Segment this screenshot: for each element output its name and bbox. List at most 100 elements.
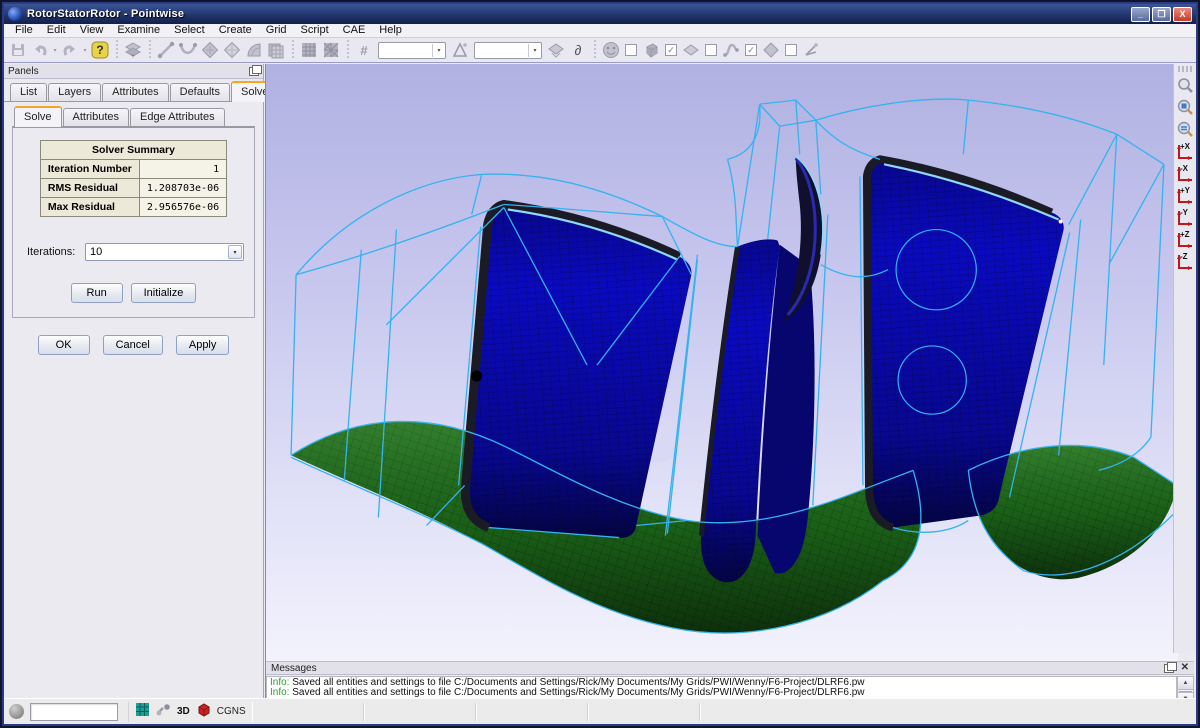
cancel-button[interactable]: Cancel — [103, 335, 163, 355]
spline-tool-icon[interactable] — [177, 40, 199, 60]
menu-view[interactable]: View — [73, 24, 111, 37]
cae-solver-label: CGNS — [217, 706, 246, 717]
drag-handle[interactable] — [1178, 66, 1192, 72]
subtab-attributes[interactable]: Attributes — [63, 108, 129, 126]
view-plus-z-icon[interactable]: +Z — [1175, 230, 1195, 250]
undo-icon[interactable] — [29, 40, 51, 60]
ok-button[interactable]: OK — [38, 335, 90, 355]
minimize-button[interactable]: _ — [1131, 7, 1150, 22]
blocks-checkbox[interactable]: ✓ — [665, 44, 677, 56]
tab-defaults[interactable]: Defaults — [170, 83, 230, 101]
row-label: Iteration Number — [40, 160, 139, 179]
apply-button[interactable]: Apply — [176, 335, 230, 355]
cube-icon[interactable] — [640, 40, 662, 60]
menu-help[interactable]: Help — [372, 24, 409, 37]
dimension-mode-label: 3D — [177, 706, 190, 717]
dimension-icon[interactable]: # — [353, 40, 375, 60]
view-minus-y-icon[interactable]: -Y — [1175, 208, 1195, 228]
row-value: 2.956576e-06 — [139, 198, 226, 217]
subtab-solve[interactable]: Solve — [14, 106, 62, 127]
float-panel-icon[interactable] — [1164, 664, 1174, 673]
curve-icon[interactable] — [720, 40, 742, 60]
table-row: Iteration Number 1 — [40, 160, 226, 179]
tab-layers[interactable]: Layers — [48, 83, 101, 101]
run-button[interactable]: Run — [71, 283, 123, 303]
close-button[interactable]: X — [1173, 7, 1192, 22]
menu-cae[interactable]: CAE — [336, 24, 373, 37]
points-checkbox[interactable] — [625, 44, 637, 56]
solver-summary-table: Solver Summary Iteration Number 1 RMS Re… — [40, 140, 227, 217]
view-plus-x-icon[interactable]: +X — [1175, 142, 1195, 162]
view-minus-x-icon[interactable]: -X — [1175, 164, 1195, 184]
panels-header[interactable]: Panels — [4, 64, 263, 79]
menu-script[interactable]: Script — [294, 24, 336, 37]
selected-point-marker[interactable] — [471, 371, 482, 382]
restore-button[interactable]: ❐ — [1152, 7, 1171, 22]
tab-list[interactable]: List — [10, 83, 47, 101]
desktop-frame: RotorStatorRotor - Pointwise _ ❐ X File … — [0, 0, 1200, 728]
float-panel-icon[interactable] — [249, 67, 259, 76]
iterations-combo[interactable]: 10 ▾ — [85, 243, 244, 261]
undo-dropdown-arrow[interactable]: ▾ — [51, 40, 59, 60]
database-icon[interactable] — [265, 40, 287, 60]
redo-icon[interactable] — [59, 40, 81, 60]
redo-dropdown-arrow[interactable]: ▾ — [81, 40, 89, 60]
menu-bar: File Edit View Examine Select Create Gri… — [4, 24, 1196, 38]
project-icon[interactable] — [545, 40, 567, 60]
domain-tool-icon[interactable] — [199, 40, 221, 60]
close-icon[interactable]: ✕ — [1181, 663, 1189, 673]
diamond-icon[interactable] — [760, 40, 782, 60]
block-tool-icon[interactable] — [243, 40, 265, 60]
svg-text:+: + — [131, 53, 135, 59]
layer-stack-icon[interactable]: + — [122, 40, 144, 60]
structured-grid-icon[interactable] — [298, 40, 320, 60]
angle-tool-icon[interactable] — [449, 40, 471, 60]
zoom-selection-icon[interactable] — [1175, 120, 1195, 140]
app-window: RotorStatorRotor - Pointwise _ ❐ X File … — [2, 2, 1198, 726]
table-row: Max Residual 2.956576e-06 — [40, 198, 226, 217]
vector-icon[interactable] — [800, 40, 822, 60]
connectors-checkbox[interactable]: ✓ — [745, 44, 757, 56]
chevron-down-icon[interactable]: ▾ — [432, 44, 445, 57]
domain-assemble-icon[interactable] — [221, 40, 243, 60]
grid-mode-icon[interactable] — [135, 702, 150, 722]
menu-edit[interactable]: Edit — [40, 24, 73, 37]
status-led-icon — [9, 704, 24, 719]
partial-derivative-icon[interactable]: ∂ — [567, 40, 589, 60]
chevron-down-icon[interactable]: ▾ — [528, 44, 541, 57]
menu-examine[interactable]: Examine — [110, 24, 167, 37]
unstructured-grid-icon[interactable] — [320, 40, 342, 60]
zoom-icon[interactable] — [1175, 76, 1195, 96]
zoom-to-fit-icon[interactable] — [1175, 98, 1195, 118]
solve-subtabs: Solve Attributes Edge Attributes — [4, 102, 263, 126]
angle-combo[interactable]: ▾ — [474, 42, 542, 59]
messages-header[interactable]: Messages ✕ — [266, 661, 1194, 675]
link-icon[interactable] — [156, 703, 171, 721]
panels-sidebar: Panels List Layers Attributes Defaults S… — [4, 64, 264, 698]
save-icon[interactable] — [7, 40, 29, 60]
connector-tool-icon[interactable] — [155, 40, 177, 60]
chevron-down-icon[interactable]: ▾ — [228, 245, 242, 259]
subtab-edge-attributes[interactable]: Edge Attributes — [130, 108, 225, 126]
menu-grid[interactable]: Grid — [259, 24, 294, 37]
status-input[interactable] — [30, 703, 118, 721]
view-minus-z-icon[interactable]: -Z — [1175, 252, 1195, 272]
tab-attributes[interactable]: Attributes — [102, 83, 168, 101]
dimension-combo[interactable]: ▾ — [378, 42, 446, 59]
cae-cube-icon — [196, 702, 211, 722]
mask-icon[interactable] — [600, 40, 622, 60]
flat-domain-icon[interactable] — [680, 40, 702, 60]
initialize-button[interactable]: Initialize — [131, 283, 197, 303]
viewport-3d[interactable] — [265, 64, 1178, 661]
row-label: Max Residual — [40, 198, 139, 217]
scroll-up-icon[interactable]: ▲ — [1178, 677, 1193, 690]
view-plus-y-icon[interactable]: +Y — [1175, 186, 1195, 206]
menu-select[interactable]: Select — [167, 24, 212, 37]
database-checkbox[interactable] — [785, 44, 797, 56]
domains-checkbox[interactable] — [705, 44, 717, 56]
help-icon[interactable]: ? — [89, 40, 111, 60]
window-title: RotorStatorRotor - Pointwise — [27, 8, 1129, 20]
menu-file[interactable]: File — [8, 24, 40, 37]
title-bar[interactable]: RotorStatorRotor - Pointwise _ ❐ X — [4, 4, 1196, 24]
menu-create[interactable]: Create — [212, 24, 259, 37]
